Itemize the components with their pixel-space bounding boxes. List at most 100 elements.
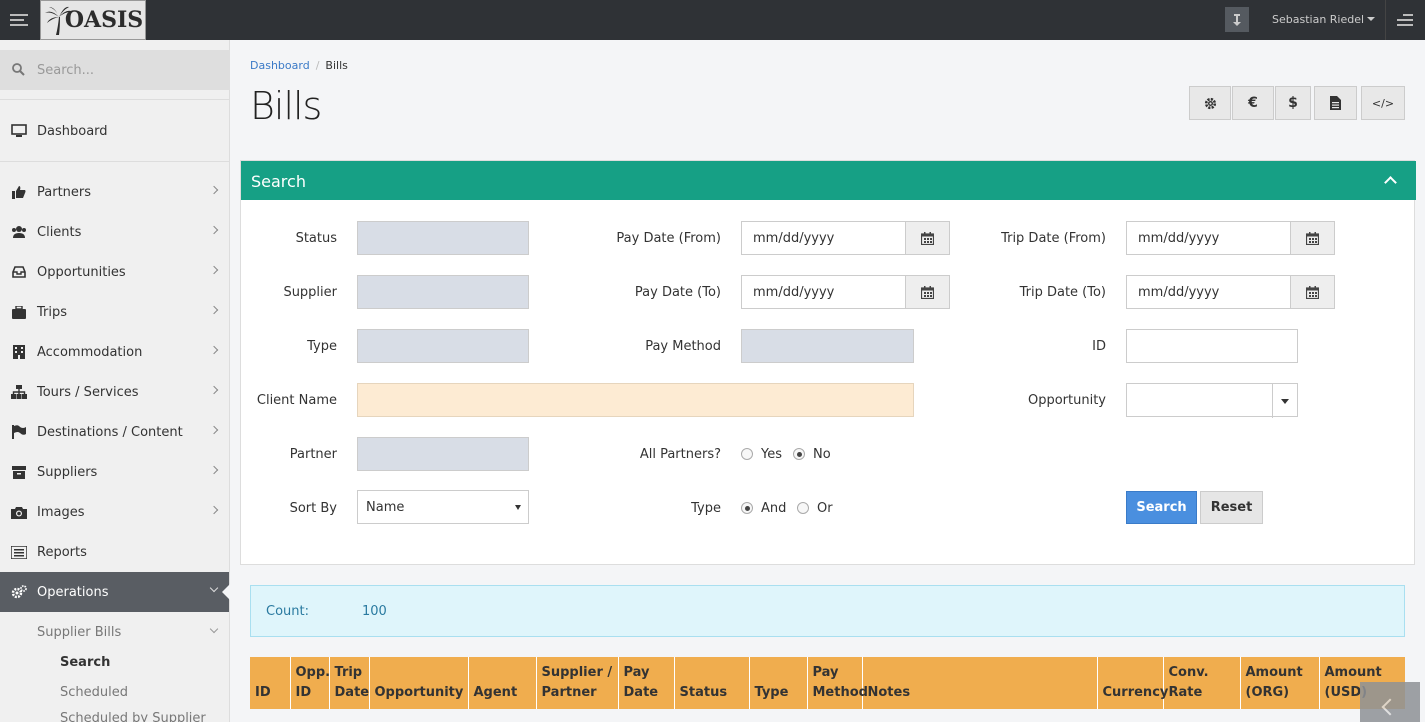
partner-select[interactable]: [357, 437, 529, 471]
opportunity-select[interactable]: [1126, 383, 1298, 418]
document-button[interactable]: [1314, 86, 1357, 120]
search-button[interactable]: Search: [1126, 491, 1197, 524]
sidebar-subitem-search[interactable]: Search: [0, 647, 229, 677]
pay-date-to-input[interactable]: mm/dd/yyyy: [741, 275, 907, 309]
building-icon: [11, 345, 27, 359]
code-button[interactable]: </>: [1361, 86, 1405, 120]
trip-date-to-label: Trip Date (To): [1019, 285, 1106, 300]
all-partners-no-radio[interactable]: [793, 448, 805, 460]
sidebar-subitem-supplier-bills[interactable]: Supplier Bills: [0, 617, 229, 647]
euro-icon: €: [1248, 95, 1258, 111]
app-logo[interactable]: OASIS: [40, 0, 146, 40]
chevron-right-icon: [209, 465, 219, 475]
user-menu[interactable]: Sebastian Riedel: [1272, 13, 1376, 26]
col-header-type[interactable]: Type: [749, 657, 808, 709]
file-text-icon: [1330, 96, 1341, 110]
trip-date-to-input[interactable]: mm/dd/yyyy: [1126, 275, 1292, 309]
type-select[interactable]: [357, 329, 529, 363]
sidebar-subitem-label: Search: [60, 654, 111, 670]
chevron-down-icon: [209, 624, 219, 634]
col-header-currency[interactable]: Currency: [1097, 657, 1168, 709]
sidebar-item-label: Reports: [37, 544, 87, 560]
col-header-opportunity[interactable]: Opportunity: [369, 657, 469, 709]
status-select[interactable]: [357, 221, 529, 255]
col-header-pay-method[interactable]: Pay Method: [807, 657, 868, 709]
col-header-id[interactable]: ID: [250, 657, 291, 709]
settings-button[interactable]: [1189, 86, 1231, 120]
sidebar-item-accommodation[interactable]: Accommodation: [0, 332, 229, 372]
sort-by-select[interactable]: Name: [357, 490, 529, 524]
reset-button[interactable]: Reset: [1200, 491, 1263, 524]
sidebar-item-suppliers[interactable]: Suppliers: [0, 452, 229, 492]
trip-date-from-input[interactable]: mm/dd/yyyy: [1126, 221, 1292, 255]
sidebar-item-partners[interactable]: Partners: [0, 172, 229, 212]
sidebar-subitem-label: Supplier Bills: [37, 624, 122, 640]
type-and-radio[interactable]: [741, 502, 753, 514]
camera-icon: [11, 505, 27, 519]
sidebar-subitem-label: Scheduled: [60, 684, 128, 700]
sidebar-item-tours-services[interactable]: Tours / Services: [0, 372, 229, 412]
type-or-radio[interactable]: [797, 502, 809, 514]
opportunity-dropdown-button[interactable]: [1272, 384, 1297, 418]
col-header-conv-rate[interactable]: Conv. Rate: [1163, 657, 1241, 709]
pay-date-from-calendar-button[interactable]: [905, 221, 950, 255]
sort-toggle-button[interactable]: [1225, 7, 1249, 32]
sidebar-subitem-scheduled-by-supplier[interactable]: Scheduled by Supplier: [0, 707, 229, 722]
sidebar-item-reports[interactable]: Reports: [0, 532, 229, 572]
id-label: ID: [1092, 339, 1106, 354]
sidebar-toggle-icon[interactable]: [10, 14, 28, 26]
pay-date-from-input[interactable]: mm/dd/yyyy: [741, 221, 907, 255]
sidebar-search-input[interactable]: [0, 50, 230, 90]
sidebar-item-opportunities[interactable]: Opportunities: [0, 252, 229, 292]
calendar-icon: [1306, 285, 1319, 299]
chevron-down-icon: [209, 583, 219, 593]
search-icon: [12, 63, 25, 76]
sidebar-item-trips[interactable]: Trips: [0, 292, 229, 332]
chevron-up-icon[interactable]: [1384, 176, 1397, 189]
col-header-notes[interactable]: Notes: [862, 657, 1098, 709]
type-logic-label: Type: [691, 501, 721, 516]
right-menu-icon[interactable]: [1397, 14, 1413, 29]
col-header-amount-org[interactable]: Amount (ORG): [1240, 657, 1320, 709]
sidebar-subitem-scheduled[interactable]: Scheduled: [0, 677, 229, 707]
col-header-pay-date[interactable]: Pay Date: [618, 657, 675, 709]
col-header-agent[interactable]: Agent: [468, 657, 537, 709]
type-and-label: And: [761, 501, 787, 516]
sidebar-item-operations[interactable]: Operations: [0, 572, 230, 612]
sidebar-item-label: Accommodation: [37, 344, 143, 360]
client-name-input[interactable]: [357, 383, 914, 417]
chevron-right-icon: [209, 505, 219, 515]
type-label: Type: [307, 339, 337, 354]
col-header-trip-date[interactable]: Trip Date: [329, 657, 370, 709]
euro-button[interactable]: €: [1232, 86, 1274, 120]
all-partners-yes-radio[interactable]: [741, 448, 753, 460]
monitor-icon: [11, 124, 27, 138]
chevron-right-icon: [209, 185, 219, 195]
sidebar-item-label: Dashboard: [37, 123, 108, 139]
sidebar-item-destinations-content[interactable]: Destinations / Content: [0, 412, 229, 452]
chevron-right-icon: [209, 385, 219, 395]
flag-icon: [11, 425, 27, 439]
trip-date-from-calendar-button[interactable]: [1290, 221, 1335, 255]
col-header-status[interactable]: Status: [674, 657, 750, 709]
sidebar-item-label: Destinations / Content: [37, 424, 183, 440]
search-panel-header[interactable]: Search: [241, 161, 1416, 200]
all-partners-no-label: No: [813, 447, 831, 462]
dollar-button[interactable]: $: [1275, 86, 1311, 120]
sidebar-item-clients[interactable]: Clients: [0, 212, 229, 252]
col-header-opp-id[interactable]: Opp. ID: [290, 657, 330, 709]
breadcrumb: Dashboard / Bills: [250, 59, 348, 72]
pay-method-select[interactable]: [741, 329, 914, 363]
scroll-button[interactable]: [1360, 682, 1420, 722]
sidebar-item-dashboard[interactable]: Dashboard: [0, 111, 229, 151]
col-header-supplier-partner[interactable]: Supplier / Partner: [536, 657, 619, 709]
pay-date-to-calendar-button[interactable]: [905, 275, 950, 309]
sidebar-item-images[interactable]: Images: [0, 492, 229, 532]
trip-date-to-calendar-button[interactable]: [1290, 275, 1335, 309]
sidebar-item-label: Partners: [37, 184, 92, 200]
pay-date-to-label: Pay Date (To): [634, 285, 721, 300]
supplier-select[interactable]: [357, 275, 529, 309]
breadcrumb-link-dashboard[interactable]: Dashboard: [250, 59, 310, 72]
date-placeholder: mm/dd/yyyy: [1138, 284, 1220, 300]
id-input[interactable]: [1126, 329, 1298, 363]
